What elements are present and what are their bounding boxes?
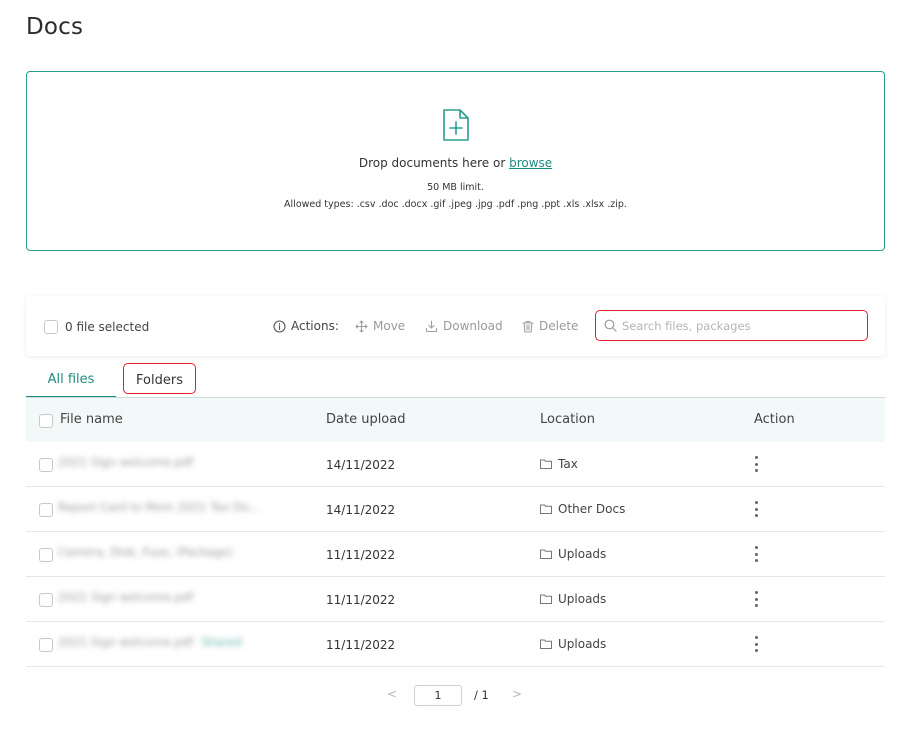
move-button[interactable]: Move [355, 319, 405, 333]
selected-count: 0 file selected [65, 320, 150, 334]
search-input[interactable] [622, 318, 852, 333]
search-icon [604, 319, 617, 332]
table-header: File name Date upload Location Action [26, 397, 885, 442]
row-menu-icon[interactable] [753, 501, 759, 517]
folder-icon [540, 504, 552, 514]
next-page-button[interactable]: > [512, 687, 522, 701]
info-icon [273, 319, 286, 333]
prev-page-button[interactable]: < [387, 687, 397, 701]
search-box[interactable] [595, 310, 868, 341]
folder-icon [540, 459, 552, 469]
file-location: Other Docs [540, 502, 625, 516]
browse-link[interactable]: browse [509, 156, 552, 170]
upload-date: 11/11/2022 [326, 593, 396, 607]
file-name[interactable]: 2021 Sign welcome.pdf [58, 455, 193, 469]
folder-icon [540, 549, 552, 559]
allowed-types: Allowed types: .csv .doc .docx .gif .jpe… [284, 199, 627, 210]
table-row[interactable]: 2021 Sign welcome.pdf Shared 11/11/2022 U… [26, 622, 885, 667]
upload-date: 14/11/2022 [326, 458, 396, 472]
file-add-icon [443, 109, 469, 141]
table-row[interactable]: Camera, Disk, Fuse, (Package) 11/11/2022… [26, 532, 885, 577]
file-name[interactable]: Camera, Disk, Fuse, (Package) [58, 545, 233, 559]
table-row[interactable]: 2021 Sign welcome.pdf 14/11/2022 Tax [26, 442, 885, 487]
file-toolbar: 0 file selected Actions: Move Download D… [26, 296, 885, 356]
file-name[interactable]: 2021 Sign welcome.pdf [58, 590, 193, 604]
row-checkbox[interactable] [39, 548, 53, 562]
actions-label: Actions: [273, 319, 339, 333]
table-row[interactable]: Report Card to Mom 2021 Tax Do... 14/11/… [26, 487, 885, 532]
select-all-checkbox[interactable] [44, 320, 58, 334]
delete-button[interactable]: Delete [522, 319, 578, 333]
row-menu-icon[interactable] [753, 591, 759, 607]
tab-folders[interactable]: Folders [123, 363, 196, 394]
shared-badge: Shared [201, 635, 242, 649]
row-checkbox[interactable] [39, 638, 53, 652]
row-checkbox[interactable] [39, 503, 53, 517]
folder-icon [540, 594, 552, 604]
file-location: Uploads [540, 637, 606, 651]
upload-date: 11/11/2022 [326, 638, 396, 652]
tab-all-files[interactable]: All files [26, 362, 116, 398]
files-table: File name Date upload Location Action 20… [26, 397, 885, 667]
page-total: / 1 [474, 688, 489, 702]
dropzone-prompt: Drop documents here or browse [358, 156, 553, 170]
upload-date: 11/11/2022 [326, 548, 396, 562]
file-location: Uploads [540, 592, 606, 606]
col-action: Action [754, 412, 795, 427]
row-checkbox[interactable] [39, 458, 53, 472]
file-location: Tax [540, 457, 578, 471]
upload-date: 14/11/2022 [326, 503, 396, 517]
header-checkbox[interactable] [39, 414, 53, 428]
table-row[interactable]: 2021 Sign welcome.pdf 11/11/2022 Uploads [26, 577, 885, 622]
col-location: Location [540, 412, 595, 427]
col-date-upload: Date upload [326, 412, 406, 427]
file-location: Uploads [540, 547, 606, 561]
page-number-input[interactable] [414, 685, 462, 706]
trash-icon [522, 320, 534, 333]
page-title: Docs [26, 14, 84, 40]
upload-dropzone[interactable]: Drop documents here or browse 50 MB limi… [26, 71, 885, 251]
move-icon [355, 319, 368, 333]
view-tabs: All files Folders [26, 362, 885, 398]
size-limit: 50 MB limit. [427, 182, 484, 193]
row-menu-icon[interactable] [753, 546, 759, 562]
row-checkbox[interactable] [39, 593, 53, 607]
row-menu-icon[interactable] [753, 456, 759, 472]
file-name[interactable]: Report Card to Mom 2021 Tax Do... [58, 500, 260, 514]
download-icon [425, 319, 438, 332]
col-file-name: File name [60, 412, 123, 427]
pagination: < / 1 > [0, 684, 909, 706]
file-name[interactable]: 2021 Sign welcome.pdf Shared [58, 635, 242, 649]
download-button[interactable]: Download [425, 319, 503, 333]
folder-icon [540, 639, 552, 649]
row-menu-icon[interactable] [753, 636, 759, 652]
